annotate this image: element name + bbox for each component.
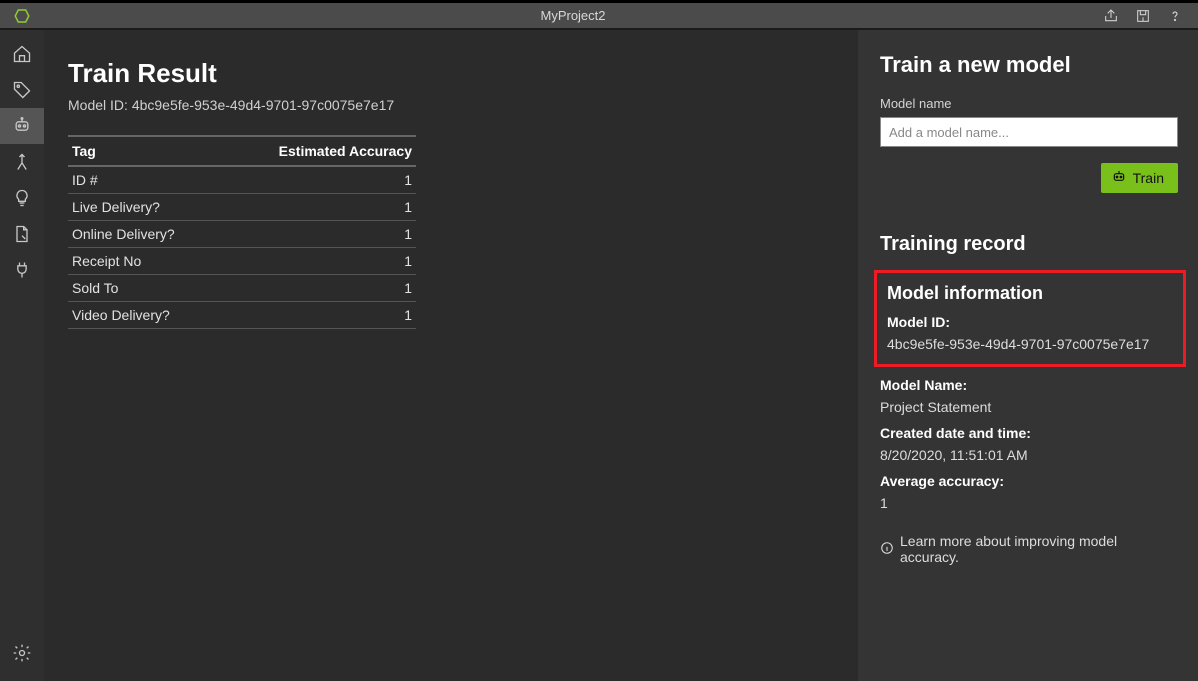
train-heading: Train a new model bbox=[880, 52, 1178, 78]
nav-sidebar bbox=[0, 30, 44, 681]
avgacc-v: 1 bbox=[880, 495, 1178, 511]
model-id-text: 4bc9e5fe-953e-49d4-9701-97c0075e7e17 bbox=[887, 336, 1173, 352]
sidebar-item-settings[interactable] bbox=[0, 635, 44, 671]
model-name-input[interactable] bbox=[880, 117, 1178, 147]
avgacc-k: Average accuracy: bbox=[880, 473, 1178, 489]
table-row: Receipt No1 bbox=[68, 248, 416, 275]
accuracy-table: Tag Estimated Accuracy ID #1Live Deliver… bbox=[68, 135, 416, 329]
share-icon[interactable] bbox=[1102, 7, 1120, 25]
col-accuracy: Estimated Accuracy bbox=[221, 136, 416, 166]
created-k: Created date and time: bbox=[880, 425, 1178, 441]
learn-more-link[interactable]: Learn more about improving model accurac… bbox=[880, 533, 1178, 565]
model-name-v: Project Statement bbox=[880, 399, 1178, 415]
cell-accuracy: 1 bbox=[221, 221, 416, 248]
cell-accuracy: 1 bbox=[221, 166, 416, 194]
sidebar-item-insights[interactable] bbox=[0, 180, 44, 216]
sidebar-item-connections[interactable] bbox=[0, 252, 44, 288]
model-info-heading: Model information bbox=[887, 283, 1173, 304]
sidebar-item-train[interactable] bbox=[0, 108, 44, 144]
title-bar: MyProject2 bbox=[0, 0, 1198, 30]
save-icon[interactable] bbox=[1134, 7, 1152, 25]
main-content: Train Result Model ID: 4bc9e5fe-953e-49d… bbox=[44, 30, 858, 681]
train-button[interactable]: Train bbox=[1101, 163, 1178, 193]
logo-icon bbox=[0, 7, 44, 25]
sidebar-item-tags[interactable] bbox=[0, 72, 44, 108]
info-icon bbox=[880, 541, 894, 558]
train-button-label: Train bbox=[1133, 170, 1164, 186]
cell-accuracy: 1 bbox=[221, 194, 416, 221]
cell-accuracy: 1 bbox=[221, 302, 416, 329]
robot-icon bbox=[1111, 169, 1127, 188]
project-title: MyProject2 bbox=[44, 8, 1102, 23]
cell-accuracy: 1 bbox=[221, 248, 416, 275]
table-row: Online Delivery?1 bbox=[68, 221, 416, 248]
table-row: Sold To1 bbox=[68, 275, 416, 302]
model-name-label: Model name bbox=[880, 96, 1178, 111]
model-id-label: Model ID: bbox=[887, 314, 1173, 330]
col-tag: Tag bbox=[68, 136, 221, 166]
cell-tag: Online Delivery? bbox=[68, 221, 221, 248]
created-v: 8/20/2020, 11:51:01 AM bbox=[880, 447, 1178, 463]
model-id-prefix: Model ID: bbox=[68, 97, 132, 113]
sidebar-item-home[interactable] bbox=[0, 36, 44, 72]
learn-more-text: Learn more about improving model accurac… bbox=[900, 533, 1178, 565]
table-row: Live Delivery?1 bbox=[68, 194, 416, 221]
model-id-line: Model ID: 4bc9e5fe-953e-49d4-9701-97c007… bbox=[68, 97, 824, 113]
cell-accuracy: 1 bbox=[221, 275, 416, 302]
model-id-value: 4bc9e5fe-953e-49d4-9701-97c0075e7e17 bbox=[132, 97, 394, 113]
cell-tag: ID # bbox=[68, 166, 221, 194]
sidebar-item-compose[interactable] bbox=[0, 144, 44, 180]
table-row: Video Delivery?1 bbox=[68, 302, 416, 329]
table-row: ID #1 bbox=[68, 166, 416, 194]
model-info-highlight: Model information Model ID: 4bc9e5fe-953… bbox=[874, 270, 1186, 367]
page-title: Train Result bbox=[68, 58, 824, 89]
cell-tag: Video Delivery? bbox=[68, 302, 221, 329]
help-icon[interactable] bbox=[1166, 7, 1184, 25]
cell-tag: Sold To bbox=[68, 275, 221, 302]
model-name-k: Model Name: bbox=[880, 377, 1178, 393]
right-panel: Train a new model Model name Train Train… bbox=[858, 30, 1198, 681]
cell-tag: Receipt No bbox=[68, 248, 221, 275]
sidebar-item-documents[interactable] bbox=[0, 216, 44, 252]
training-record-heading: Training record bbox=[880, 233, 1178, 256]
cell-tag: Live Delivery? bbox=[68, 194, 221, 221]
